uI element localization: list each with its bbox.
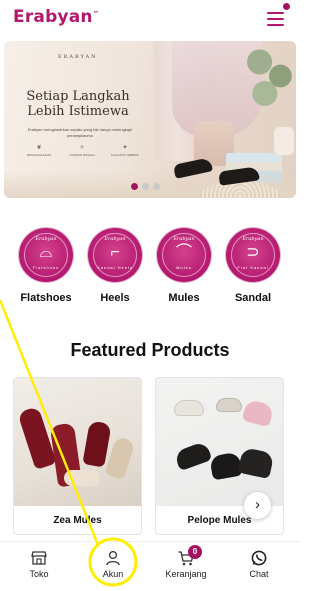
trademark-mark: ™ — [92, 10, 99, 18]
whatsapp-icon — [229, 549, 289, 567]
app-header: Erabyan™ — [0, 0, 300, 40]
nav-item-toko[interactable]: Toko — [9, 549, 69, 579]
banner-vase — [274, 127, 294, 155]
category-name: Flatshoes — [20, 292, 72, 304]
category-badge: Erabyan ⌐ Sandal Heels — [88, 228, 142, 282]
nav-item-akun[interactable]: Akun — [83, 549, 143, 579]
banner-brand: ERABYAN — [58, 54, 98, 60]
banner-features: ❦ DESIGN ELEGAN ✧ NYAMAN DIPAKAI ✦ KUALI… — [20, 144, 144, 157]
nav-label: Chat — [249, 569, 269, 579]
nav-item-keranjang[interactable]: 0 Keranjang — [156, 545, 216, 579]
category-badge: Erabyan ⌓ Flatshoes — [19, 228, 73, 282]
leaf-icon: ❦ — [36, 145, 42, 151]
category-badge-label: Flatshoes — [32, 265, 60, 270]
carousel-dot[interactable] — [142, 183, 149, 190]
bottom-navigation: Toko Akun 0 Keranjang Chat — [0, 541, 300, 591]
nav-item-chat[interactable]: Chat — [229, 549, 289, 579]
category-badge-label: Flat Sandal — [237, 265, 269, 270]
category-list: Erabyan ⌓ Flatshoes Flatshoes Erabyan ⌐ … — [0, 228, 300, 312]
banner-feature-label: DESIGN ELEGAN — [26, 153, 52, 157]
category-name: Mules — [168, 292, 200, 304]
category-mules[interactable]: Erabyan ⌒ Mules Mules — [156, 228, 212, 304]
banner-feature: ❦ DESIGN ELEGAN — [20, 144, 58, 157]
banner-feature-label: NYAMAN DIPAKAI — [69, 153, 95, 157]
chevron-right-icon[interactable]: › — [244, 492, 271, 519]
brand-logo[interactable]: Erabyan™ — [13, 7, 99, 27]
category-badge-brand: Erabyan — [242, 236, 264, 242]
category-badge: Erabyan ⊃ Flat Sandal — [226, 228, 280, 282]
category-sandal[interactable]: Erabyan ⊃ Flat Sandal Sandal — [225, 228, 281, 304]
category-badge: Erabyan ⌒ Mules — [157, 228, 211, 282]
mule-icon: ⌒ — [175, 244, 192, 261]
store-icon — [9, 549, 69, 567]
feather-icon: ✧ — [79, 145, 85, 151]
sandal-icon: ⊃ — [246, 244, 260, 261]
category-badge-label: Sandal Heels — [97, 265, 133, 270]
flatshoe-icon: ⌓ — [39, 244, 53, 261]
star-icon: ✦ — [122, 145, 128, 151]
category-heels[interactable]: Erabyan ⌐ Sandal Heels Heels — [87, 228, 143, 304]
banner-feature: ✧ NYAMAN DIPAKAI — [63, 144, 101, 157]
category-badge-label: Mules — [176, 265, 192, 270]
product-image[interactable] — [156, 378, 283, 506]
notification-dot — [283, 3, 290, 10]
category-badge-brand: Erabyan — [173, 236, 195, 242]
banner-description: Erabyan menghadirkan sepatu yang tak han… — [27, 127, 133, 138]
category-badge-brand: Erabyan — [35, 236, 57, 242]
nav-label: Akun — [102, 569, 124, 579]
brand-name: Erabyan — [13, 7, 93, 27]
category-flatshoes[interactable]: Erabyan ⌓ Flatshoes Flatshoes — [18, 228, 74, 304]
banner-feature: ✦ KUALITAS TERBAIK — [106, 144, 144, 157]
category-name: Heels — [100, 292, 130, 304]
heel-icon: ⌐ — [110, 244, 120, 261]
banner-plant — [244, 41, 296, 111]
hero-banner[interactable]: ERABYAN Setiap Langkah Lebih Istimewa Er… — [4, 41, 296, 198]
cart-count-badge: 0 — [188, 545, 202, 559]
banner-feature-label: KUALITAS TERBAIK — [111, 153, 139, 157]
banner-title: Setiap Langkah Lebih Istimewa — [26, 89, 130, 119]
product-image[interactable] — [14, 378, 141, 506]
category-badge-brand: Erabyan — [104, 236, 126, 242]
hamburger-icon[interactable] — [267, 12, 284, 26]
nav-label: Keranjang — [165, 569, 207, 579]
product-card[interactable]: Zea Mules — [13, 377, 142, 535]
carousel-dots — [131, 183, 160, 190]
featured-title: Featured Products — [70, 340, 230, 360]
product-name[interactable]: Zea Mules — [14, 515, 141, 526]
nav-label: Toko — [29, 569, 49, 579]
carousel-dot[interactable] — [153, 183, 160, 190]
user-icon — [83, 549, 143, 567]
category-name: Sandal — [234, 292, 272, 304]
carousel-dot-active[interactable] — [131, 183, 138, 190]
cart-icon: 0 — [156, 545, 216, 567]
